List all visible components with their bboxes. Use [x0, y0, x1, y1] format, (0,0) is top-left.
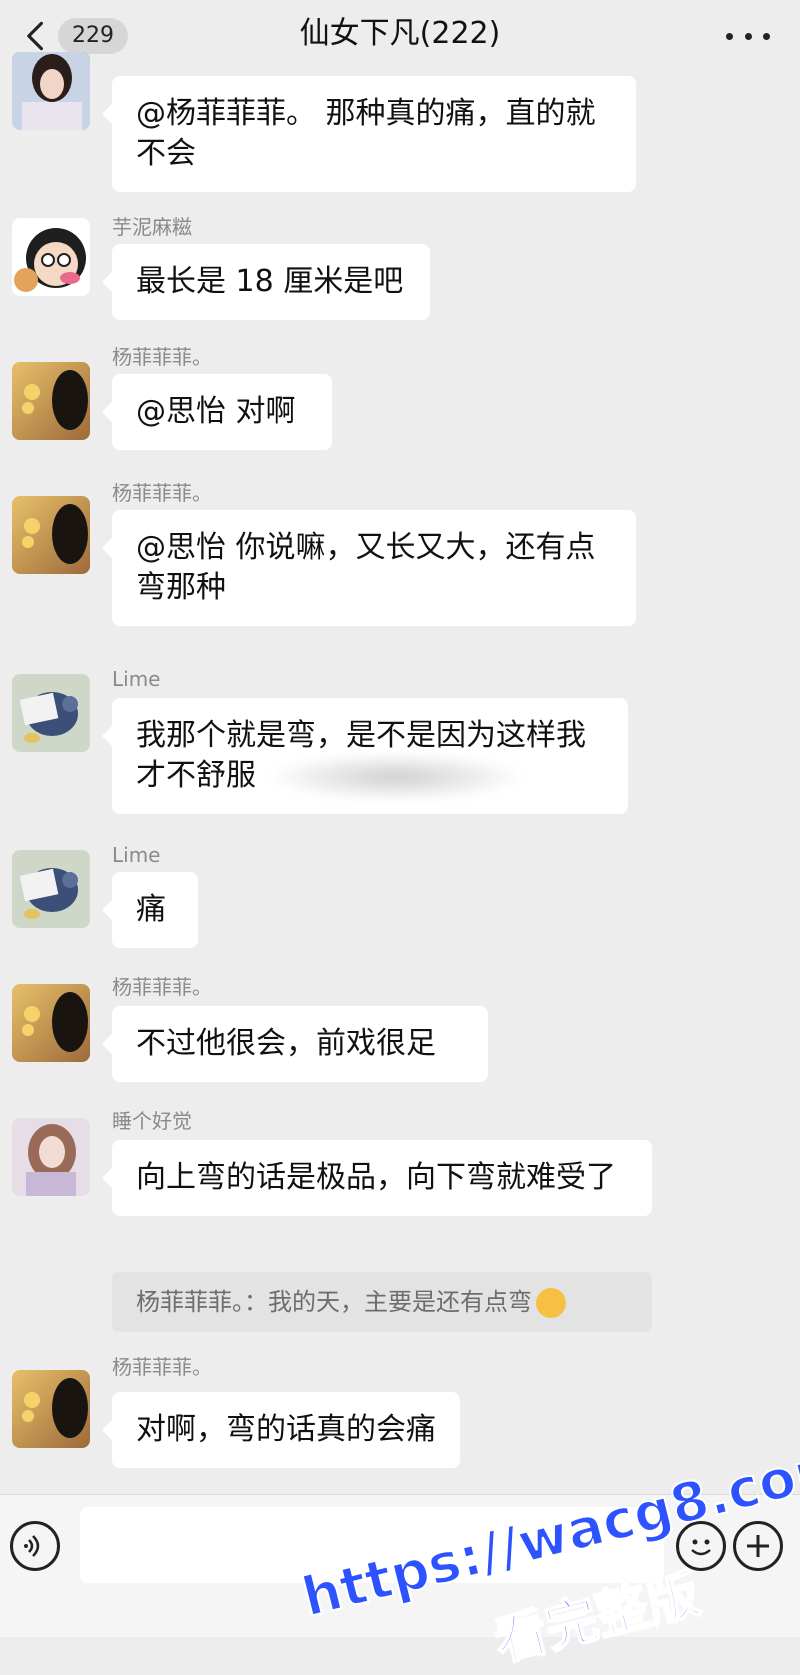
message-row: 杨菲菲菲。 对啊，弯的话真的会痛: [0, 1355, 800, 1486]
message-bubble[interactable]: @思怡 对啊: [102, 374, 332, 450]
message-row: @杨菲菲菲。 那种真的痛，直的就不会: [0, 52, 800, 202]
message-row: 睡个好觉 向上弯的话是极品，向下弯就难受了 杨菲菲菲。：我的天，主要是还有点弯: [0, 1109, 800, 1340]
unread-count-badge: 229: [58, 18, 128, 54]
message-bubble[interactable]: 不过他很会，前戏很足: [102, 1006, 488, 1082]
back-chevron-icon: [27, 21, 43, 51]
sender-name: 杨菲菲菲。: [112, 345, 212, 369]
message-bubble[interactable]: @杨菲菲菲。 那种真的痛，直的就不会: [102, 76, 636, 192]
message-row: Lime 我那个就是弯，是不是因为这样我才不舒服: [0, 666, 800, 826]
sender-name: Lime: [112, 843, 161, 867]
quoted-message[interactable]: 杨菲菲菲。：我的天，主要是还有点弯: [112, 1272, 652, 1332]
plus-icon[interactable]: [733, 1521, 783, 1571]
quote-text: 杨菲菲菲。：我的天，主要是还有点弯: [136, 1288, 532, 1316]
message-bubble[interactable]: 最长是 18 厘米是吧: [102, 244, 430, 320]
avatar[interactable]: [12, 850, 90, 928]
avatar[interactable]: [12, 52, 90, 130]
avatar[interactable]: [12, 362, 90, 440]
sender-name: 芋泥麻糍: [112, 215, 192, 239]
avatar[interactable]: [12, 496, 90, 574]
message-bubble[interactable]: 对啊，弯的话真的会痛: [102, 1392, 460, 1468]
message-row: 芋泥麻糍 最长是 18 厘米是吧: [0, 214, 800, 334]
avatar[interactable]: [12, 1118, 90, 1196]
message-row: Lime 痛: [0, 842, 800, 962]
sender-name: 睡个好觉: [112, 1109, 192, 1133]
avatar[interactable]: [12, 1370, 90, 1448]
laughing-emoji-icon: [536, 1288, 566, 1318]
message-row: 杨菲菲菲。 @思怡 你说嘛，又长又大，还有点弯那种: [0, 481, 800, 642]
more-icon[interactable]: [726, 18, 770, 54]
avatar[interactable]: [12, 984, 90, 1062]
message-bubble[interactable]: 向上弯的话是极品，向下弯就难受了: [102, 1140, 652, 1216]
voice-icon[interactable]: [10, 1521, 60, 1571]
message-bubble[interactable]: @思怡 你说嘛，又长又大，还有点弯那种: [102, 510, 636, 626]
sender-name: 杨菲菲菲。: [112, 975, 212, 999]
message-row: 杨菲菲菲。 不过他很会，前戏很足: [0, 975, 800, 1096]
sender-name: 杨菲菲菲。: [112, 1355, 212, 1379]
avatar[interactable]: [12, 674, 90, 752]
avatar[interactable]: [12, 218, 90, 296]
back-button[interactable]: 229: [18, 16, 128, 56]
sender-name: Lime: [112, 667, 161, 691]
message-bubble[interactable]: 痛: [102, 872, 198, 948]
chat-header: 229 仙女下凡(222): [0, 0, 800, 72]
blur-smudge: [266, 752, 526, 802]
chat-title: 仙女下凡(222): [299, 16, 501, 51]
sender-name: 杨菲菲菲。: [112, 481, 212, 505]
message-row: 杨菲菲菲。 @思怡 对啊: [0, 345, 800, 468]
